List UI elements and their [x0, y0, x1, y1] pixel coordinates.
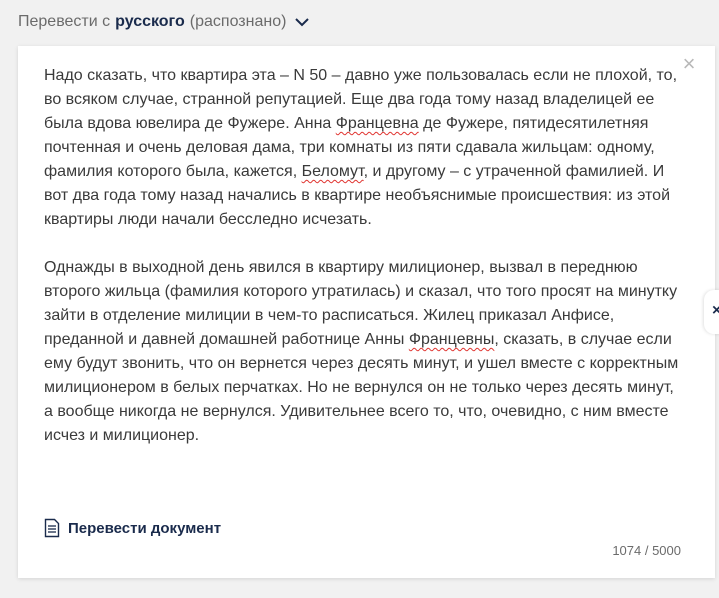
- translate-document-button[interactable]: Перевести документ: [44, 516, 221, 540]
- text-paragraph-1: Надо сказать, что квартира эта – N 50 – …: [44, 64, 684, 232]
- misspelled-word[interactable]: Беломут: [302, 163, 364, 180]
- character-counter: 1074 / 5000: [612, 543, 681, 558]
- misspelled-word[interactable]: Францевны: [409, 331, 495, 348]
- text-paragraph-2: Однажды в выходной день явился в квартир…: [44, 256, 684, 448]
- source-language-prefix: Перевести с: [18, 13, 111, 30]
- translate-document-label: Перевести документ: [68, 519, 222, 537]
- target-panel-tab[interactable]: ×: [704, 290, 719, 334]
- source-text-input[interactable]: Надо сказать, что квартира эта – N 50 – …: [44, 64, 684, 472]
- source-language-name: русского: [115, 13, 185, 30]
- source-language-detected: (распознано): [189, 13, 287, 30]
- source-text-panel: × Надо сказать, что квартира эта – N 50 …: [18, 46, 715, 578]
- chevron-down-icon: [294, 17, 310, 27]
- document-icon: [44, 518, 60, 538]
- source-language-selector[interactable]: Перевести с русского (распознано): [18, 10, 310, 34]
- close-icon: ×: [712, 302, 719, 319]
- misspelled-word[interactable]: Францевна: [336, 115, 419, 132]
